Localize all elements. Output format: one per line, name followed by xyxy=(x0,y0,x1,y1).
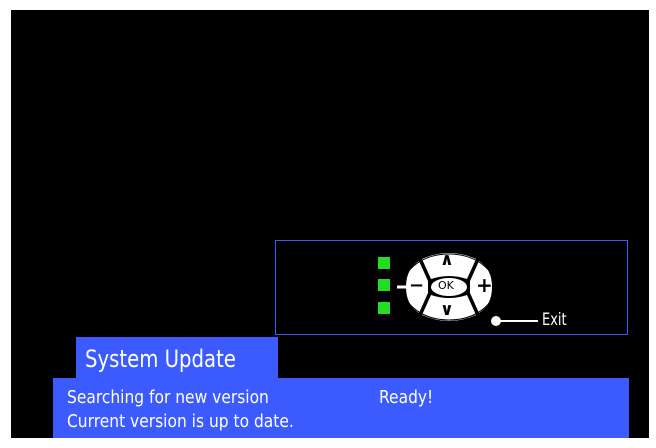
status-label: Searching for new version xyxy=(67,387,269,408)
up-arrow-icon: ∧ xyxy=(440,250,454,270)
exit-label: Exit xyxy=(542,310,567,330)
remote-control-hint-panel: OK ∧ ∨ − + Exit xyxy=(275,240,628,335)
minus-icon: − xyxy=(409,275,425,296)
status-bar: Searching for new version Ready! Current… xyxy=(53,378,629,438)
ok-label: OK xyxy=(438,279,454,292)
tv-screen: OK ∧ ∨ − + Exit Searching for new versio… xyxy=(11,10,649,438)
dialog-title: System Update xyxy=(85,345,236,373)
status-message: Current version is up to date. xyxy=(67,411,294,432)
dialog-title-box: System Update xyxy=(76,337,279,381)
status-value: Ready! xyxy=(379,387,434,408)
plus-icon: + xyxy=(476,273,493,297)
down-arrow-icon: ∨ xyxy=(440,300,454,320)
